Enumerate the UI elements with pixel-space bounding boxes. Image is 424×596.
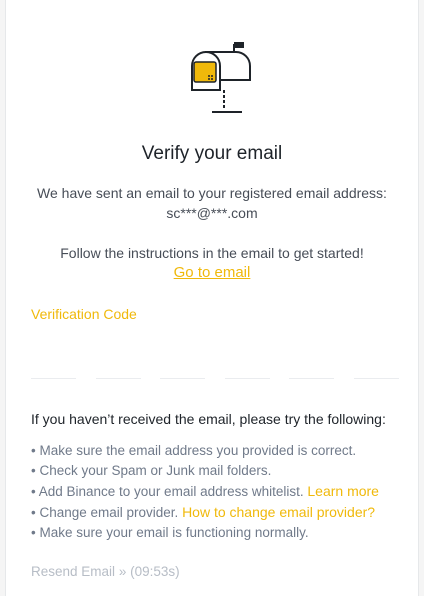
- tip-text: • Change email provider.: [31, 505, 183, 520]
- change-email-provider-link[interactable]: How to change email provider?: [182, 504, 375, 520]
- code-digit-1[interactable]: [31, 340, 76, 379]
- page-title: Verify your email: [141, 143, 283, 164]
- code-digit-3[interactable]: [160, 340, 206, 379]
- go-to-email-link[interactable]: Go to email: [174, 264, 251, 281]
- mailbox-illustration-icon: [191, 42, 251, 113]
- sent-email-message: We have sent an email to your registered…: [37, 185, 387, 201]
- verification-code-label: Verification Code: [31, 306, 137, 322]
- go-to-email-row: Go to email: [6, 263, 418, 283]
- instructions-message: Follow the instructions in the email to …: [60, 245, 364, 261]
- help-heading: If you haven’t received the email, pleas…: [31, 411, 386, 427]
- tip-item: • Make sure the email address you provid…: [31, 441, 379, 461]
- verify-email-card: Verify your email We have sent an email …: [5, 0, 419, 596]
- tip-item: • Check your Spam or Junk mail folders.: [31, 461, 379, 481]
- learn-more-link[interactable]: Learn more: [307, 483, 379, 499]
- code-digit-5[interactable]: [289, 340, 335, 379]
- help-tips-list: • Make sure the email address you provid…: [31, 441, 379, 543]
- code-digit-4[interactable]: [224, 340, 270, 379]
- tip-text: • Make sure the email address you provid…: [31, 443, 357, 458]
- resend-email-label: Resend Email: [31, 564, 116, 579]
- tip-text: • Make sure your email is functioning no…: [31, 525, 309, 540]
- tip-text: • Check your Spam or Junk mail folders.: [31, 463, 272, 478]
- tip-item: • Make sure your email is functioning no…: [31, 523, 379, 543]
- verification-code-inputs: [31, 340, 399, 380]
- resend-countdown: (09:53s): [130, 564, 180, 579]
- tip-text: • Add Binance to your email address whit…: [31, 484, 308, 499]
- code-digit-2[interactable]: [95, 340, 141, 379]
- masked-email-address: sc***@***.com: [166, 205, 258, 221]
- chevron-right-icon: »: [118, 564, 127, 579]
- code-digit-6[interactable]: [353, 340, 399, 379]
- tip-item: • Add Binance to your email address whit…: [31, 481, 379, 502]
- tip-item: • Change email provider. How to change e…: [31, 502, 379, 523]
- resend-email-button[interactable]: Resend Email » (09:53s): [31, 564, 180, 579]
